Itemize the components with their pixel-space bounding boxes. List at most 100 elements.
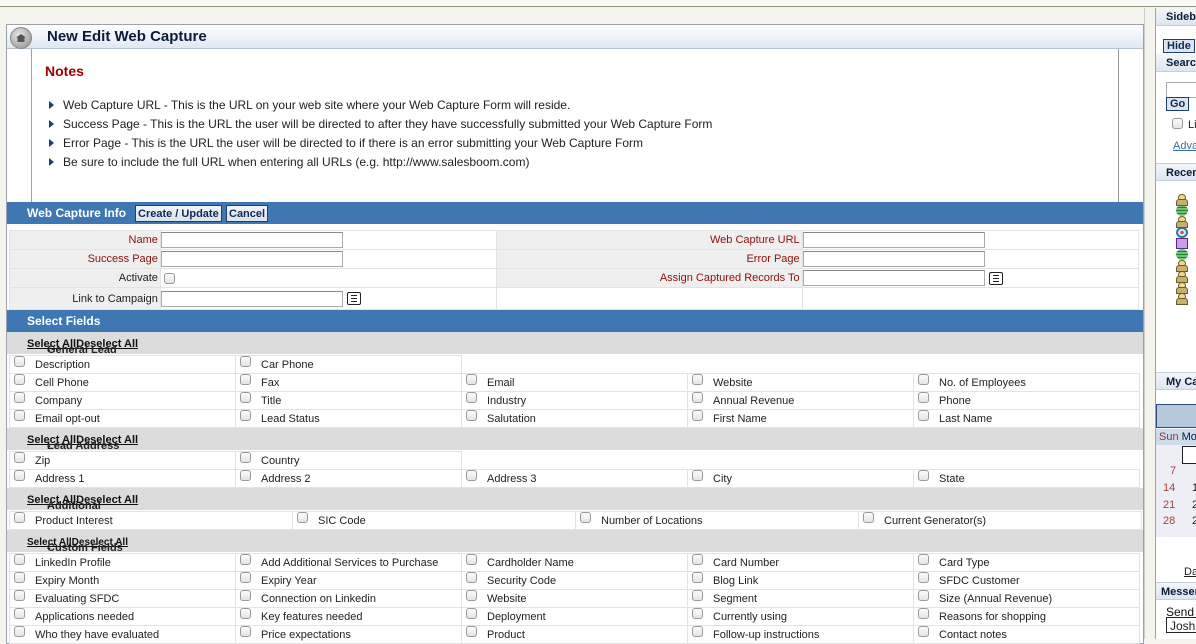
field-option[interactable]: Reasons for shopping <box>913 607 1140 626</box>
field-option[interactable]: Fax <box>235 373 462 392</box>
field-option[interactable]: Address 3 <box>461 469 688 488</box>
field-checkbox[interactable] <box>14 590 25 602</box>
field-checkbox[interactable] <box>14 470 25 482</box>
field-checkbox[interactable] <box>14 356 25 368</box>
day-view-link[interactable]: Day <box>1184 566 1196 578</box>
field-checkbox[interactable] <box>14 374 25 386</box>
field-option[interactable]: Add Additional Services to Purchase <box>235 553 462 572</box>
calendar-date[interactable]: 1 <box>1192 482 1196 494</box>
field-checkbox[interactable] <box>14 512 25 524</box>
field-option[interactable]: Description <box>9 355 236 374</box>
recent-item[interactable] <box>1176 293 1188 305</box>
field-option[interactable]: Email <box>461 373 688 392</box>
calendar-date[interactable]: 14 <box>1163 482 1175 494</box>
field-checkbox[interactable] <box>240 470 251 482</box>
field-checkbox[interactable] <box>918 626 929 638</box>
field-checkbox[interactable] <box>240 626 251 638</box>
field-checkbox[interactable] <box>466 608 477 620</box>
calendar-date[interactable]: 28 <box>1163 515 1175 527</box>
field-checkbox[interactable] <box>240 410 251 422</box>
field-option[interactable]: Expiry Month <box>9 571 236 590</box>
recent-item[interactable] <box>1176 216 1188 228</box>
recent-item[interactable] <box>1176 194 1188 206</box>
field-checkbox[interactable] <box>240 392 251 404</box>
web-capture-url-input[interactable] <box>802 232 985 248</box>
field-option[interactable]: Follow-up instructions <box>687 625 914 644</box>
calendar-today-box[interactable] <box>1182 446 1196 464</box>
field-checkbox[interactable] <box>692 374 703 386</box>
field-checkbox[interactable] <box>14 452 25 464</box>
field-option[interactable]: Phone <box>913 391 1140 410</box>
field-option[interactable]: Title <box>235 391 462 410</box>
field-checkbox[interactable] <box>692 392 703 404</box>
sidebar-search-input[interactable] <box>1166 82 1196 98</box>
field-option[interactable]: Salutation <box>461 409 688 428</box>
field-checkbox[interactable] <box>14 554 25 566</box>
field-option[interactable]: Card Type <box>913 553 1140 572</box>
field-option[interactable]: Company <box>9 391 236 410</box>
field-checkbox[interactable] <box>692 410 703 422</box>
field-option[interactable]: Blog Link <box>687 571 914 590</box>
field-option[interactable]: Country <box>235 451 462 470</box>
limit-checkbox[interactable] <box>1172 118 1183 129</box>
field-option[interactable]: Key features needed <box>235 607 462 626</box>
field-checkbox[interactable] <box>918 410 929 422</box>
field-option[interactable]: Applications needed <box>9 607 236 626</box>
calendar-month-header[interactable] <box>1156 404 1196 428</box>
field-checkbox[interactable] <box>918 608 929 620</box>
field-checkbox[interactable] <box>14 392 25 404</box>
field-checkbox[interactable] <box>918 374 929 386</box>
field-checkbox[interactable] <box>918 590 929 602</box>
field-option[interactable]: Zip <box>9 451 236 470</box>
field-option[interactable]: Lead Status <box>235 409 462 428</box>
field-option[interactable]: Number of Locations <box>575 511 859 530</box>
home-icon[interactable] <box>10 27 32 49</box>
field-option[interactable]: No. of Employees <box>913 373 1140 392</box>
field-checkbox[interactable] <box>692 554 703 566</box>
recent-item[interactable] <box>1176 271 1188 283</box>
field-checkbox[interactable] <box>14 626 25 638</box>
calendar-date[interactable]: 7 <box>1170 465 1176 477</box>
assign-records-input[interactable] <box>802 270 985 286</box>
field-checkbox[interactable] <box>466 470 477 482</box>
field-checkbox[interactable] <box>14 572 25 584</box>
field-checkbox[interactable] <box>297 512 308 524</box>
field-option[interactable]: Connection on Linkedin <box>235 589 462 608</box>
field-option[interactable]: Website <box>687 373 914 392</box>
field-option[interactable]: SFDC Customer <box>913 571 1140 590</box>
field-option[interactable]: SIC Code <box>292 511 576 530</box>
field-checkbox[interactable] <box>692 590 703 602</box>
field-option[interactable]: City <box>687 469 914 488</box>
field-option[interactable]: Website <box>461 589 688 608</box>
hide-sidebar-button[interactable]: Hide <box>1163 39 1195 53</box>
field-option[interactable]: First Name <box>687 409 914 428</box>
field-checkbox[interactable] <box>240 572 251 584</box>
field-checkbox[interactable] <box>580 512 591 524</box>
field-option[interactable]: Size (Annual Revenue) <box>913 589 1140 608</box>
calendar-date[interactable]: 21 <box>1163 499 1175 511</box>
field-option[interactable]: Address 1 <box>9 469 236 488</box>
recent-item[interactable] <box>1176 282 1188 294</box>
advanced-search-link[interactable]: Advanced <box>1173 140 1196 152</box>
field-option[interactable]: Industry <box>461 391 688 410</box>
recent-item[interactable] <box>1176 260 1188 272</box>
go-button[interactable]: Go <box>1166 97 1190 111</box>
field-checkbox[interactable] <box>466 590 477 602</box>
lookup-icon[interactable] <box>988 271 1003 285</box>
field-checkbox[interactable] <box>466 410 477 422</box>
field-option[interactable]: State <box>913 469 1140 488</box>
field-option[interactable]: Email opt-out <box>9 409 236 428</box>
field-option[interactable]: Price expectations <box>235 625 462 644</box>
create-update-button[interactable]: Create / Update <box>135 205 222 222</box>
field-checkbox[interactable] <box>240 452 251 464</box>
send-to-select[interactable]: Josh <box>1166 617 1196 633</box>
field-checkbox[interactable] <box>692 626 703 638</box>
field-checkbox[interactable] <box>918 470 929 482</box>
field-checkbox[interactable] <box>466 626 477 638</box>
field-checkbox[interactable] <box>918 554 929 566</box>
name-input[interactable] <box>160 232 343 248</box>
field-checkbox[interactable] <box>692 572 703 584</box>
lookup-icon[interactable] <box>346 292 361 305</box>
field-checkbox[interactable] <box>918 572 929 584</box>
page-scrollbar[interactable] <box>1144 8 1154 639</box>
